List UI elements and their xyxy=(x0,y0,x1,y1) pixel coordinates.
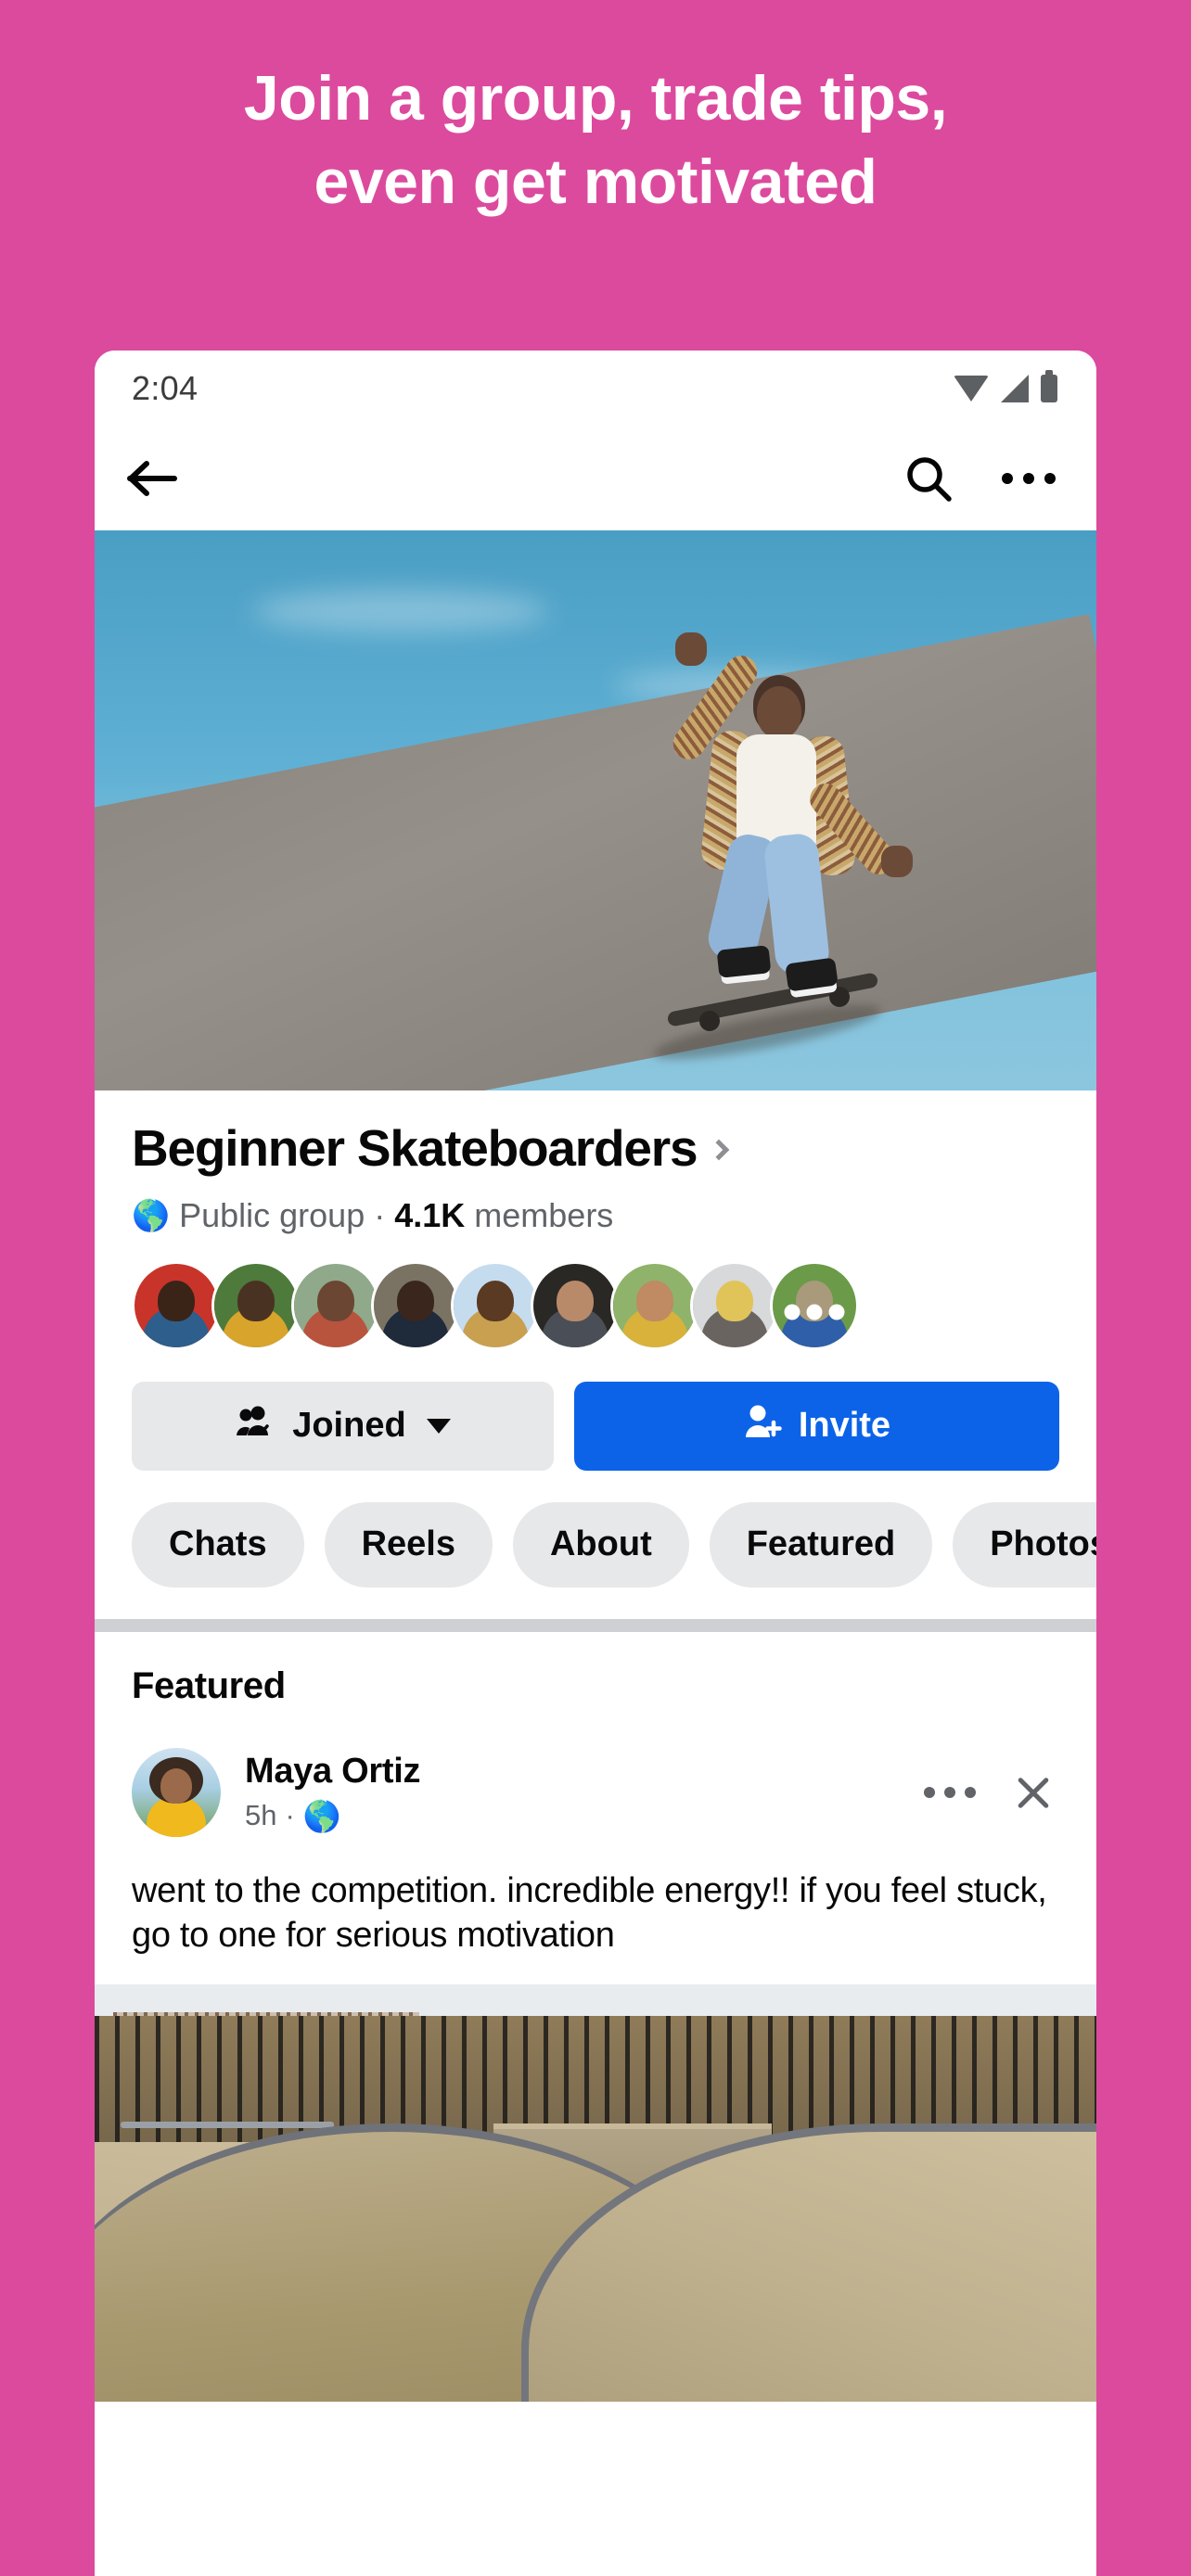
tab-about[interactable]: About xyxy=(512,1501,689,1588)
globe-icon: 🌎 xyxy=(302,1798,341,1833)
status-bar-icons xyxy=(954,370,1057,402)
close-icon[interactable] xyxy=(1013,1772,1054,1813)
phone-mockup: 2:04 Beginner Skateboarders 🌎 Public gro… xyxy=(95,351,1096,2576)
chevron-right-icon[interactable] xyxy=(709,1139,730,1161)
skateboarder-figure xyxy=(614,632,948,1070)
globe-icon: 🌎 xyxy=(132,1198,171,1233)
cloud-decoration xyxy=(252,590,549,632)
avatar[interactable] xyxy=(211,1260,301,1350)
post-author-name[interactable]: Maya Ortiz xyxy=(245,1752,924,1792)
group-privacy-label: Public group xyxy=(179,1195,365,1234)
battery-icon xyxy=(1041,370,1057,402)
tab-reels[interactable]: Reels xyxy=(324,1501,493,1588)
post-body-text: went to the competition. incredible ener… xyxy=(132,1870,1047,1956)
post-image[interactable] xyxy=(95,1984,1096,2402)
avatar[interactable] xyxy=(610,1260,699,1350)
group-name: Beginner Skateboarders xyxy=(132,1119,698,1177)
joined-button-label: Joined xyxy=(292,1406,406,1446)
avatar[interactable] xyxy=(531,1260,620,1350)
post-timestamp: 5h xyxy=(245,1799,277,1832)
promo-headline-line-1: Join a group, trade tips, xyxy=(243,63,948,134)
avatar[interactable] xyxy=(451,1260,540,1350)
post-header: Maya Ortiz 5h · 🌎 xyxy=(132,1747,1059,1837)
group-meta: 🌎 Public group · 4.1K members xyxy=(132,1196,1059,1235)
group-tabs[interactable]: Chats Reels About Featured Photos xyxy=(95,1470,1096,1619)
more-options-icon[interactable] xyxy=(924,1786,976,1798)
featured-section: Featured Maya Ortiz 5h · 🌎 went to the c… xyxy=(95,1631,1096,1984)
post-author-block: Maya Ortiz 5h · 🌎 xyxy=(245,1752,924,1832)
member-avatars-row[interactable] xyxy=(95,1234,1096,1350)
back-arrow-icon[interactable] xyxy=(126,456,178,501)
group-members-check-icon xyxy=(235,1405,275,1447)
meta-separator: · xyxy=(374,1195,386,1234)
post-submeta: 5h · 🌎 xyxy=(245,1799,924,1832)
invite-button[interactable]: Invite xyxy=(573,1381,1059,1471)
group-cover-photo[interactable] xyxy=(95,530,1096,1090)
group-member-label: members xyxy=(474,1195,614,1234)
promo-headline: Join a group, trade tips, even get motiv… xyxy=(0,67,1191,213)
search-icon[interactable] xyxy=(903,453,954,504)
tab-photos[interactable]: Photos xyxy=(953,1501,1096,1588)
group-member-count: 4.1K xyxy=(394,1195,466,1234)
avatar[interactable] xyxy=(690,1260,779,1350)
person-add-icon xyxy=(743,1404,782,1448)
cellular-signal-icon xyxy=(1001,375,1029,402)
status-bar: 2:04 xyxy=(95,351,1096,427)
caret-down-icon xyxy=(426,1418,451,1434)
joined-button[interactable]: Joined xyxy=(132,1381,554,1471)
tab-chats[interactable]: Chats xyxy=(132,1501,304,1588)
more-members-icon xyxy=(784,1304,845,1320)
group-action-buttons: Joined Invite xyxy=(95,1349,1096,1471)
avatar[interactable] xyxy=(291,1260,380,1350)
post-actions xyxy=(924,1772,1059,1813)
invite-button-label: Invite xyxy=(798,1406,891,1446)
avatar[interactable] xyxy=(132,1260,221,1350)
tab-featured[interactable]: Featured xyxy=(709,1501,933,1588)
avatar[interactable] xyxy=(371,1260,460,1350)
promo-headline-line-2: even get motivated xyxy=(314,147,877,217)
group-title-row[interactable]: Beginner Skateboarders xyxy=(132,1119,1059,1177)
avatar-overflow[interactable] xyxy=(770,1260,859,1350)
avatar[interactable] xyxy=(132,1747,221,1837)
section-divider xyxy=(95,1618,1096,1632)
nav-right-actions xyxy=(903,453,1056,504)
group-info-section: Beginner Skateboarders 🌎 Public group · … xyxy=(95,1090,1096,1235)
status-bar-time: 2:04 xyxy=(132,369,198,407)
wifi-icon xyxy=(954,376,989,402)
post-meta-separator: · xyxy=(285,1799,295,1832)
more-options-icon[interactable] xyxy=(1002,473,1056,484)
app-nav-bar xyxy=(95,427,1096,530)
featured-section-title: Featured xyxy=(132,1664,286,1706)
